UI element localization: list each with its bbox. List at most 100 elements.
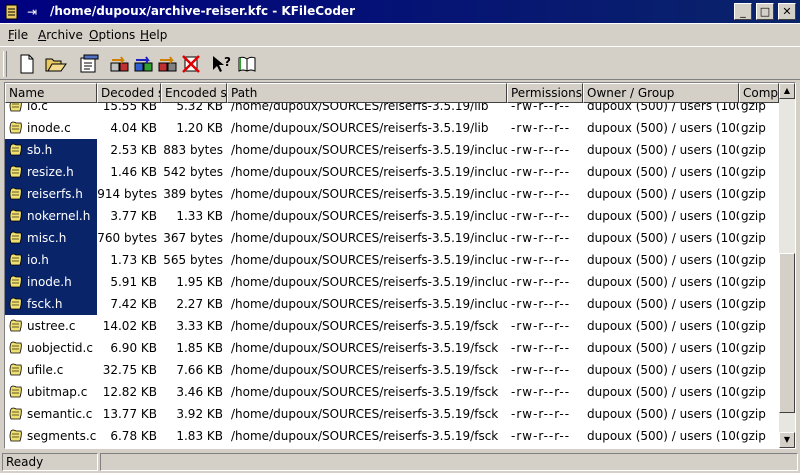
move-files-button[interactable] bbox=[154, 52, 180, 76]
open-archive-button[interactable] bbox=[42, 52, 68, 76]
file-name-cell[interactable]: nokernel.h bbox=[5, 205, 97, 227]
file-name-cell[interactable]: fsck.h bbox=[5, 293, 97, 315]
list-header: Name Decoded s Encoded s Path Permission… bbox=[5, 83, 779, 103]
decoded-size-cell: 13.77 KB bbox=[102, 407, 157, 421]
decoded-size-cell: 14.02 KB bbox=[102, 319, 157, 333]
new-archive-button[interactable] bbox=[14, 52, 40, 76]
permissions-cell: -rw-r--r-- bbox=[511, 121, 571, 135]
maximize-button[interactable]: □ bbox=[756, 3, 774, 20]
table-row[interactable]: semantic.c 13.77 KB 3.92 KB/home/dupoux/SO… bbox=[5, 403, 779, 425]
column-header-name[interactable]: Name bbox=[5, 83, 97, 103]
path-cell: /home/dupoux/SOURCES/reiserfs-3.5.19/fsc… bbox=[231, 429, 499, 443]
file-name-cell[interactable]: inode.h bbox=[5, 271, 97, 293]
open-folder-icon bbox=[45, 58, 67, 72]
compression-cell: gzip bbox=[741, 297, 766, 311]
toolbar-grip[interactable] bbox=[3, 51, 7, 77]
column-header-encoded-size[interactable]: Encoded s bbox=[161, 83, 227, 103]
table-row[interactable]: sb.h 2.53 KB 883 bytes/home/dupoux/SOURCES… bbox=[5, 139, 779, 161]
menu-help[interactable]: Help bbox=[140, 28, 167, 42]
file-name: fsck.h bbox=[27, 297, 63, 311]
file-name-cell[interactable]: sb.h bbox=[5, 139, 97, 161]
path-cell: /home/dupoux/SOURCES/reiserfs-3.5.19/inc… bbox=[231, 275, 507, 289]
file-name-cell[interactable]: resize.h bbox=[5, 161, 97, 183]
vertical-scrollbar[interactable]: ▲ ▼ bbox=[779, 83, 795, 448]
new-document-icon bbox=[20, 54, 34, 74]
permissions-cell: -rw-r--r-- bbox=[511, 341, 571, 355]
file-name-cell[interactable]: inode.c bbox=[5, 117, 97, 139]
title-bar: ⇥ /home/dupoux/archive-reiser.kfc - KFil… bbox=[0, 0, 800, 24]
decoded-size-cell: 15.55 KB bbox=[102, 103, 157, 113]
table-row[interactable]: ubitmap.c 12.82 KB 3.46 KB/home/dupoux/SOU… bbox=[5, 381, 779, 403]
table-row[interactable]: inode.h 5.91 KB 1.95 KB/home/dupoux/SOURCE… bbox=[5, 271, 779, 293]
file-name-cell[interactable]: reiserfs.h bbox=[5, 183, 97, 205]
column-header-path[interactable]: Path bbox=[227, 83, 507, 103]
scroll-up-button[interactable]: ▲ bbox=[779, 83, 795, 99]
file-name-cell[interactable]: io.c bbox=[5, 103, 97, 117]
compression-cell: gzip bbox=[741, 363, 766, 377]
permissions-cell: -rw-r--r-- bbox=[511, 297, 571, 311]
table-row[interactable]: fsck.h 7.42 KB 2.27 KB/home/dupoux/SOURCES… bbox=[5, 293, 779, 315]
file-name-cell[interactable]: io.h bbox=[5, 249, 97, 271]
table-row[interactable]: reiserfs.h 914 bytes 389 bytes/home/dupoux… bbox=[5, 183, 779, 205]
decoded-size-cell: 7.42 KB bbox=[110, 297, 157, 311]
file-icon bbox=[9, 385, 22, 397]
table-row[interactable]: ufile.c 32.75 KB 7.66 KB/home/dupoux/SOURC… bbox=[5, 359, 779, 381]
book-icon bbox=[238, 56, 256, 72]
pin-icon[interactable]: ⇥ bbox=[24, 4, 40, 20]
column-header-compression[interactable]: Compre bbox=[739, 83, 779, 103]
scroll-down-button[interactable]: ▼ bbox=[779, 432, 795, 448]
table-row[interactable]: inode.c 4.04 KB 1.20 KB/home/dupoux/SOURCE… bbox=[5, 117, 779, 139]
file-name-cell[interactable]: uobjectid.c bbox=[5, 337, 97, 359]
close-button[interactable]: ✕ bbox=[778, 3, 796, 20]
minimize-button[interactable]: _ bbox=[734, 3, 752, 20]
decoded-size-cell: 914 bytes bbox=[97, 187, 157, 201]
encoded-size-cell: 1.33 KB bbox=[176, 209, 223, 223]
file-name-cell[interactable]: ustree.c bbox=[5, 315, 97, 337]
file-name-cell[interactable]: semantic.c bbox=[5, 403, 97, 425]
table-row[interactable]: segments.c 6.78 KB 1.83 KB/home/dupoux/SOU… bbox=[5, 425, 779, 447]
compression-cell: gzip bbox=[741, 275, 766, 289]
table-row[interactable]: uobjectid.c 6.90 KB 1.85 KB/home/dupoux/SO… bbox=[5, 337, 779, 359]
table-row[interactable]: io.c 15.55 KB 5.32 KB/home/dupoux/SOURCES/… bbox=[5, 103, 779, 117]
scrollbar-thumb[interactable] bbox=[779, 253, 795, 413]
table-row[interactable]: misc.h 760 bytes 367 bytes/home/dupoux/SOU… bbox=[5, 227, 779, 249]
file-name-cell[interactable]: misc.h bbox=[5, 227, 97, 249]
table-row[interactable]: nokernel.h 3.77 KB 1.33 KB/home/dupoux/SOU… bbox=[5, 205, 779, 227]
file-name-cell[interactable]: segments.c bbox=[5, 425, 97, 447]
extract-files-button[interactable] bbox=[130, 52, 156, 76]
permissions-cell: -rw-r--r-- bbox=[511, 429, 571, 443]
compression-cell: gzip bbox=[741, 103, 766, 113]
decoded-size-cell: 2.53 KB bbox=[110, 143, 157, 157]
file-name-cell[interactable]: ufile.c bbox=[5, 359, 97, 381]
kfilecoder-app-icon[interactable] bbox=[4, 4, 20, 20]
path-cell: /home/dupoux/SOURCES/reiserfs-3.5.19/fsc… bbox=[231, 319, 499, 333]
owner-group-cell: dupoux (500) / users (100) bbox=[587, 103, 739, 113]
delete-files-button[interactable] bbox=[178, 52, 204, 76]
file-icon bbox=[9, 429, 22, 441]
owner-group-cell: dupoux (500) / users (100) bbox=[587, 429, 739, 443]
table-row[interactable]: io.h 1.73 KB 565 bytes/home/dupoux/SOURCES… bbox=[5, 249, 779, 271]
table-row[interactable]: resize.h 1.46 KB 542 bytes/home/dupoux/SOU… bbox=[5, 161, 779, 183]
add-files-button[interactable] bbox=[106, 52, 132, 76]
decoded-size-cell: 12.82 KB bbox=[102, 385, 157, 399]
permissions-cell: -rw-r--r-- bbox=[511, 187, 571, 201]
column-header-permissions[interactable]: Permissions bbox=[507, 83, 583, 103]
properties-button[interactable] bbox=[76, 52, 102, 76]
menu-file[interactable]: File bbox=[8, 28, 28, 42]
column-header-owner-group[interactable]: Owner / Group bbox=[583, 83, 739, 103]
menu-options[interactable]: Options bbox=[89, 28, 135, 42]
window-title: /home/dupoux/archive-reiser.kfc - KFileC… bbox=[50, 4, 355, 18]
table-row[interactable]: ustree.c 14.02 KB 3.33 KB/home/dupoux/SOUR… bbox=[5, 315, 779, 337]
move-files-icon bbox=[158, 56, 177, 72]
whats-this-button[interactable]: ? bbox=[208, 52, 234, 76]
encoded-size-cell: 367 bytes bbox=[163, 231, 223, 245]
file-list[interactable]: Name Decoded s Encoded s Path Permission… bbox=[4, 82, 796, 449]
file-icon bbox=[9, 407, 22, 419]
encoded-size-cell: 1.20 KB bbox=[176, 121, 223, 135]
handbook-button[interactable] bbox=[234, 52, 260, 76]
column-header-decoded-size[interactable]: Decoded s bbox=[97, 83, 161, 103]
toolbar: ? bbox=[0, 46, 800, 80]
file-name-cell[interactable]: ubitmap.c bbox=[5, 381, 97, 403]
menu-archive[interactable]: Archive bbox=[38, 28, 83, 42]
encoded-size-cell: 7.66 KB bbox=[176, 363, 223, 377]
